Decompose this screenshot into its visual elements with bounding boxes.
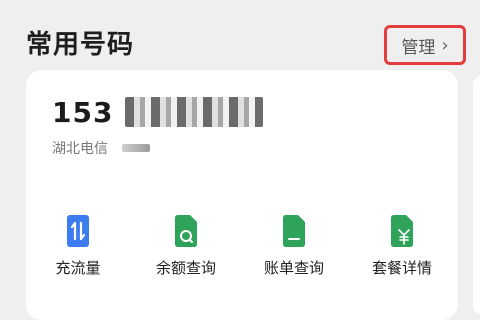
data-transfer-icon (67, 215, 89, 247)
page-title: 常用号码 (26, 30, 135, 60)
next-card-edge (473, 75, 480, 315)
plan-yuan-icon (391, 215, 413, 247)
carrier-detail-mask (122, 144, 150, 152)
carrier-name: 湖北电信 (52, 141, 108, 157)
phone-number-card[interactable]: 153 湖北电信 充流量 余额查询 账单查询 套餐详情 (26, 70, 458, 320)
plan-details-label: 套餐详情 (371, 259, 432, 277)
chevron-right-icon: › (441, 34, 449, 56)
balance-search-icon (175, 215, 197, 247)
recharge-data-button[interactable]: 充流量 (28, 215, 128, 278)
bill-document-icon (283, 215, 305, 247)
phone-number-prefix: 153 (52, 95, 114, 129)
bill-query-label: 账单查询 (263, 259, 324, 277)
balance-query-button[interactable]: 余额查询 (136, 215, 236, 278)
balance-query-label: 余额查询 (155, 259, 216, 277)
plan-details-button[interactable]: 套餐详情 (352, 215, 452, 278)
carrier-row: 湖北电信 (52, 138, 150, 158)
header: 常用号码 管理 › (0, 0, 480, 70)
phone-number-mask (125, 97, 264, 127)
phone-number: 153 (52, 94, 264, 130)
manage-button[interactable]: 管理 › (384, 25, 466, 65)
bill-query-button[interactable]: 账单查询 (244, 215, 344, 278)
manage-label: 管理 (401, 37, 436, 58)
recharge-data-label: 充流量 (55, 259, 101, 277)
